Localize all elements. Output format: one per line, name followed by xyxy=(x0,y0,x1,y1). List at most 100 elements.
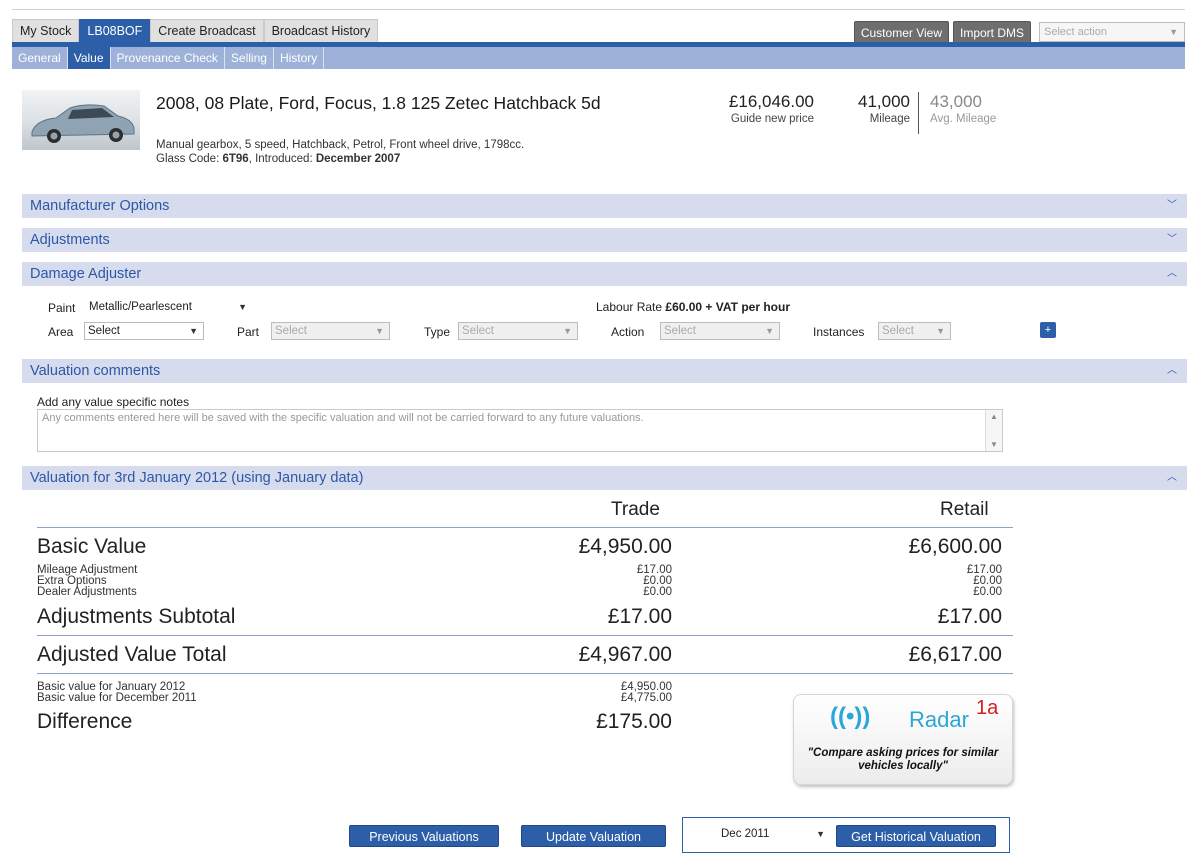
scroll-up-icon[interactable]: ▲ xyxy=(990,412,998,421)
part-label: Part xyxy=(237,325,260,339)
adjustments-subtotal-retail: £17.00 xyxy=(937,605,1002,628)
area-select[interactable]: Select ▼ xyxy=(84,322,204,340)
chevron-up-icon[interactable]: ︿ xyxy=(1167,466,1177,490)
instances-select[interactable]: Select ▼ xyxy=(878,322,951,340)
chevron-down-icon: ▼ xyxy=(1169,27,1178,37)
section-title: Valuation for 3rd January 2012 (using Ja… xyxy=(30,470,364,486)
instances-select-value: Select xyxy=(882,325,914,337)
section-title: Adjustments xyxy=(30,232,110,248)
instances-label: Instances xyxy=(813,325,865,339)
radar-wordmark: Radar xyxy=(909,707,969,732)
area-label: Area xyxy=(48,325,74,339)
section-manufacturer-options[interactable]: Manufacturer Options ﹀ xyxy=(22,194,1187,218)
tab-broadcast-history[interactable]: Broadcast History xyxy=(263,19,379,43)
radar-banner[interactable]: ((•)) Radar 1a "Compare asking prices fo… xyxy=(793,694,1013,785)
part-select-value: Select xyxy=(275,325,307,337)
vehicle-codes: Glass Code: 6T96, Introduced: December 2… xyxy=(156,152,524,166)
subtab-general[interactable]: General xyxy=(12,47,68,69)
introduced-label: , Introduced: xyxy=(248,153,316,165)
sub-tab-bar: General Value Provenance Check Selling H… xyxy=(12,47,1185,69)
vehicle-spec: Manual gearbox, 5 speed, Hatchback, Petr… xyxy=(156,138,524,166)
subtab-provenance-check[interactable]: Provenance Check xyxy=(111,47,225,69)
notes-textarea[interactable]: Any comments entered here will be saved … xyxy=(37,409,1003,452)
retail-header: Retail xyxy=(940,499,989,520)
stock-tabs: My Stock LB08BOF Create Broadcast Broadc… xyxy=(12,19,379,43)
subtotal-divider xyxy=(37,635,1013,636)
avg-mileage: 43,000 Avg. Mileage xyxy=(930,92,996,126)
vehicle-summary: 2008, 08 Plate, Ford, Focus, 1.8 125 Zet… xyxy=(22,88,1192,178)
basic-value-trade: £4,950.00 xyxy=(578,535,672,558)
chevron-down-icon: ▼ xyxy=(189,326,198,336)
adjustments-subtotal-label: Adjustments Subtotal xyxy=(37,605,236,628)
chevron-down-icon: ▼ xyxy=(936,326,945,336)
introduced-date: December 2007 xyxy=(315,153,401,165)
section-damage-adjuster[interactable]: Damage Adjuster ︿ xyxy=(22,262,1187,286)
subtab-history[interactable]: History xyxy=(274,47,325,69)
section-valuation-comments[interactable]: Valuation comments ︿ xyxy=(22,359,1187,383)
avg-mileage-label: Avg. Mileage xyxy=(930,113,997,125)
mileage-label: Mileage xyxy=(869,113,910,125)
labour-rate: Labour Rate £60.00 + VAT per hour xyxy=(596,300,790,314)
difference-label: Difference xyxy=(37,710,133,733)
chevron-down-icon[interactable]: ﹀ xyxy=(1167,194,1177,218)
tab-create-broadcast[interactable]: Create Broadcast xyxy=(150,19,264,43)
section-title: Manufacturer Options xyxy=(30,198,170,214)
import-dms-button[interactable]: Import DMS xyxy=(952,21,1031,43)
mileage-value: 41,000 xyxy=(858,92,910,111)
type-select[interactable]: Select ▼ xyxy=(458,322,578,340)
get-historical-valuation-button[interactable]: Get Historical Valuation xyxy=(836,825,996,847)
tab-vehicle-reg[interactable]: LB08BOF xyxy=(79,19,151,43)
basic-dec-value: £4,775.00 xyxy=(620,692,672,704)
vehicle-title: 2008, 08 Plate, Ford, Focus, 1.8 125 Zet… xyxy=(156,93,601,113)
chevron-up-icon[interactable]: ︿ xyxy=(1167,262,1177,286)
month-select[interactable]: Dec 2011 ▼ xyxy=(718,826,830,844)
adj-row-retail: £0.00 xyxy=(973,586,1002,598)
basic-dec-label: Basic value for December 2011 xyxy=(37,692,197,704)
top-actions: Customer View Import DMS Select action ▼ xyxy=(853,21,1185,43)
notes-scrollbar[interactable]: ▲ ▼ xyxy=(985,410,1002,451)
select-action-dropdown[interactable]: Select action ▼ xyxy=(1039,22,1185,42)
add-damage-button[interactable]: + xyxy=(1040,322,1056,338)
guide-price-value: £16,046.00 xyxy=(728,92,814,111)
action-select[interactable]: Select ▼ xyxy=(660,322,780,340)
guide-price: £16,046.00 Guide new price xyxy=(710,92,814,126)
chevron-down-icon: ▼ xyxy=(563,326,572,336)
type-label: Type xyxy=(424,325,451,339)
chevron-up-icon[interactable]: ︿ xyxy=(1167,359,1177,383)
area-select-value: Select xyxy=(88,325,120,337)
total-divider xyxy=(37,673,1013,674)
glass-code-label: Glass Code: xyxy=(156,153,223,165)
adj-row-trade: £0.00 xyxy=(643,586,672,598)
avg-mileage-value: 43,000 xyxy=(930,92,982,111)
update-valuation-button[interactable]: Update Valuation xyxy=(521,825,666,847)
previous-valuations-button[interactable]: Previous Valuations xyxy=(349,825,499,847)
radar-tagline: "Compare asking prices for similar vehic… xyxy=(807,747,999,772)
adjusted-total-retail: £6,617.00 xyxy=(908,643,1002,666)
trade-header: Trade xyxy=(611,499,660,520)
part-select[interactable]: Select ▼ xyxy=(271,322,390,340)
subtab-value[interactable]: Value xyxy=(67,47,111,69)
chevron-down-icon: ▼ xyxy=(816,829,825,839)
tab-my-stock[interactable]: My Stock xyxy=(12,19,80,43)
scroll-down-icon[interactable]: ▼ xyxy=(990,440,998,449)
chevron-down-icon: ▼ xyxy=(375,326,384,336)
adjusted-total-trade: £4,967.00 xyxy=(578,643,672,666)
chevron-down-icon[interactable]: ﹀ xyxy=(1167,228,1177,252)
adjusted-total-label: Adjusted Value Total xyxy=(37,643,227,666)
vehicle-description: Manual gearbox, 5 speed, Hatchback, Petr… xyxy=(156,139,525,151)
section-valuation[interactable]: Valuation for 3rd January 2012 (using Ja… xyxy=(22,466,1187,490)
difference-value: £175.00 xyxy=(596,710,672,733)
section-title: Damage Adjuster xyxy=(30,266,142,282)
radar-signal-icon: ((•)) xyxy=(830,703,871,730)
notes-label: Add any value specific notes xyxy=(37,395,190,409)
chevron-down-icon: ▼ xyxy=(765,326,774,336)
section-title: Valuation comments xyxy=(30,363,161,379)
glass-code: 6T96 xyxy=(222,153,249,165)
vehicle-photo xyxy=(22,90,140,150)
subtab-selling[interactable]: Selling xyxy=(225,47,274,69)
customer-view-button[interactable]: Customer View xyxy=(853,21,949,43)
section-adjustments[interactable]: Adjustments ﹀ xyxy=(22,228,1187,252)
labour-rate-label: Labour Rate xyxy=(596,300,666,314)
type-select-value: Select xyxy=(462,325,494,337)
paint-select[interactable]: Metallic/Pearlescent ▼ xyxy=(86,299,252,317)
